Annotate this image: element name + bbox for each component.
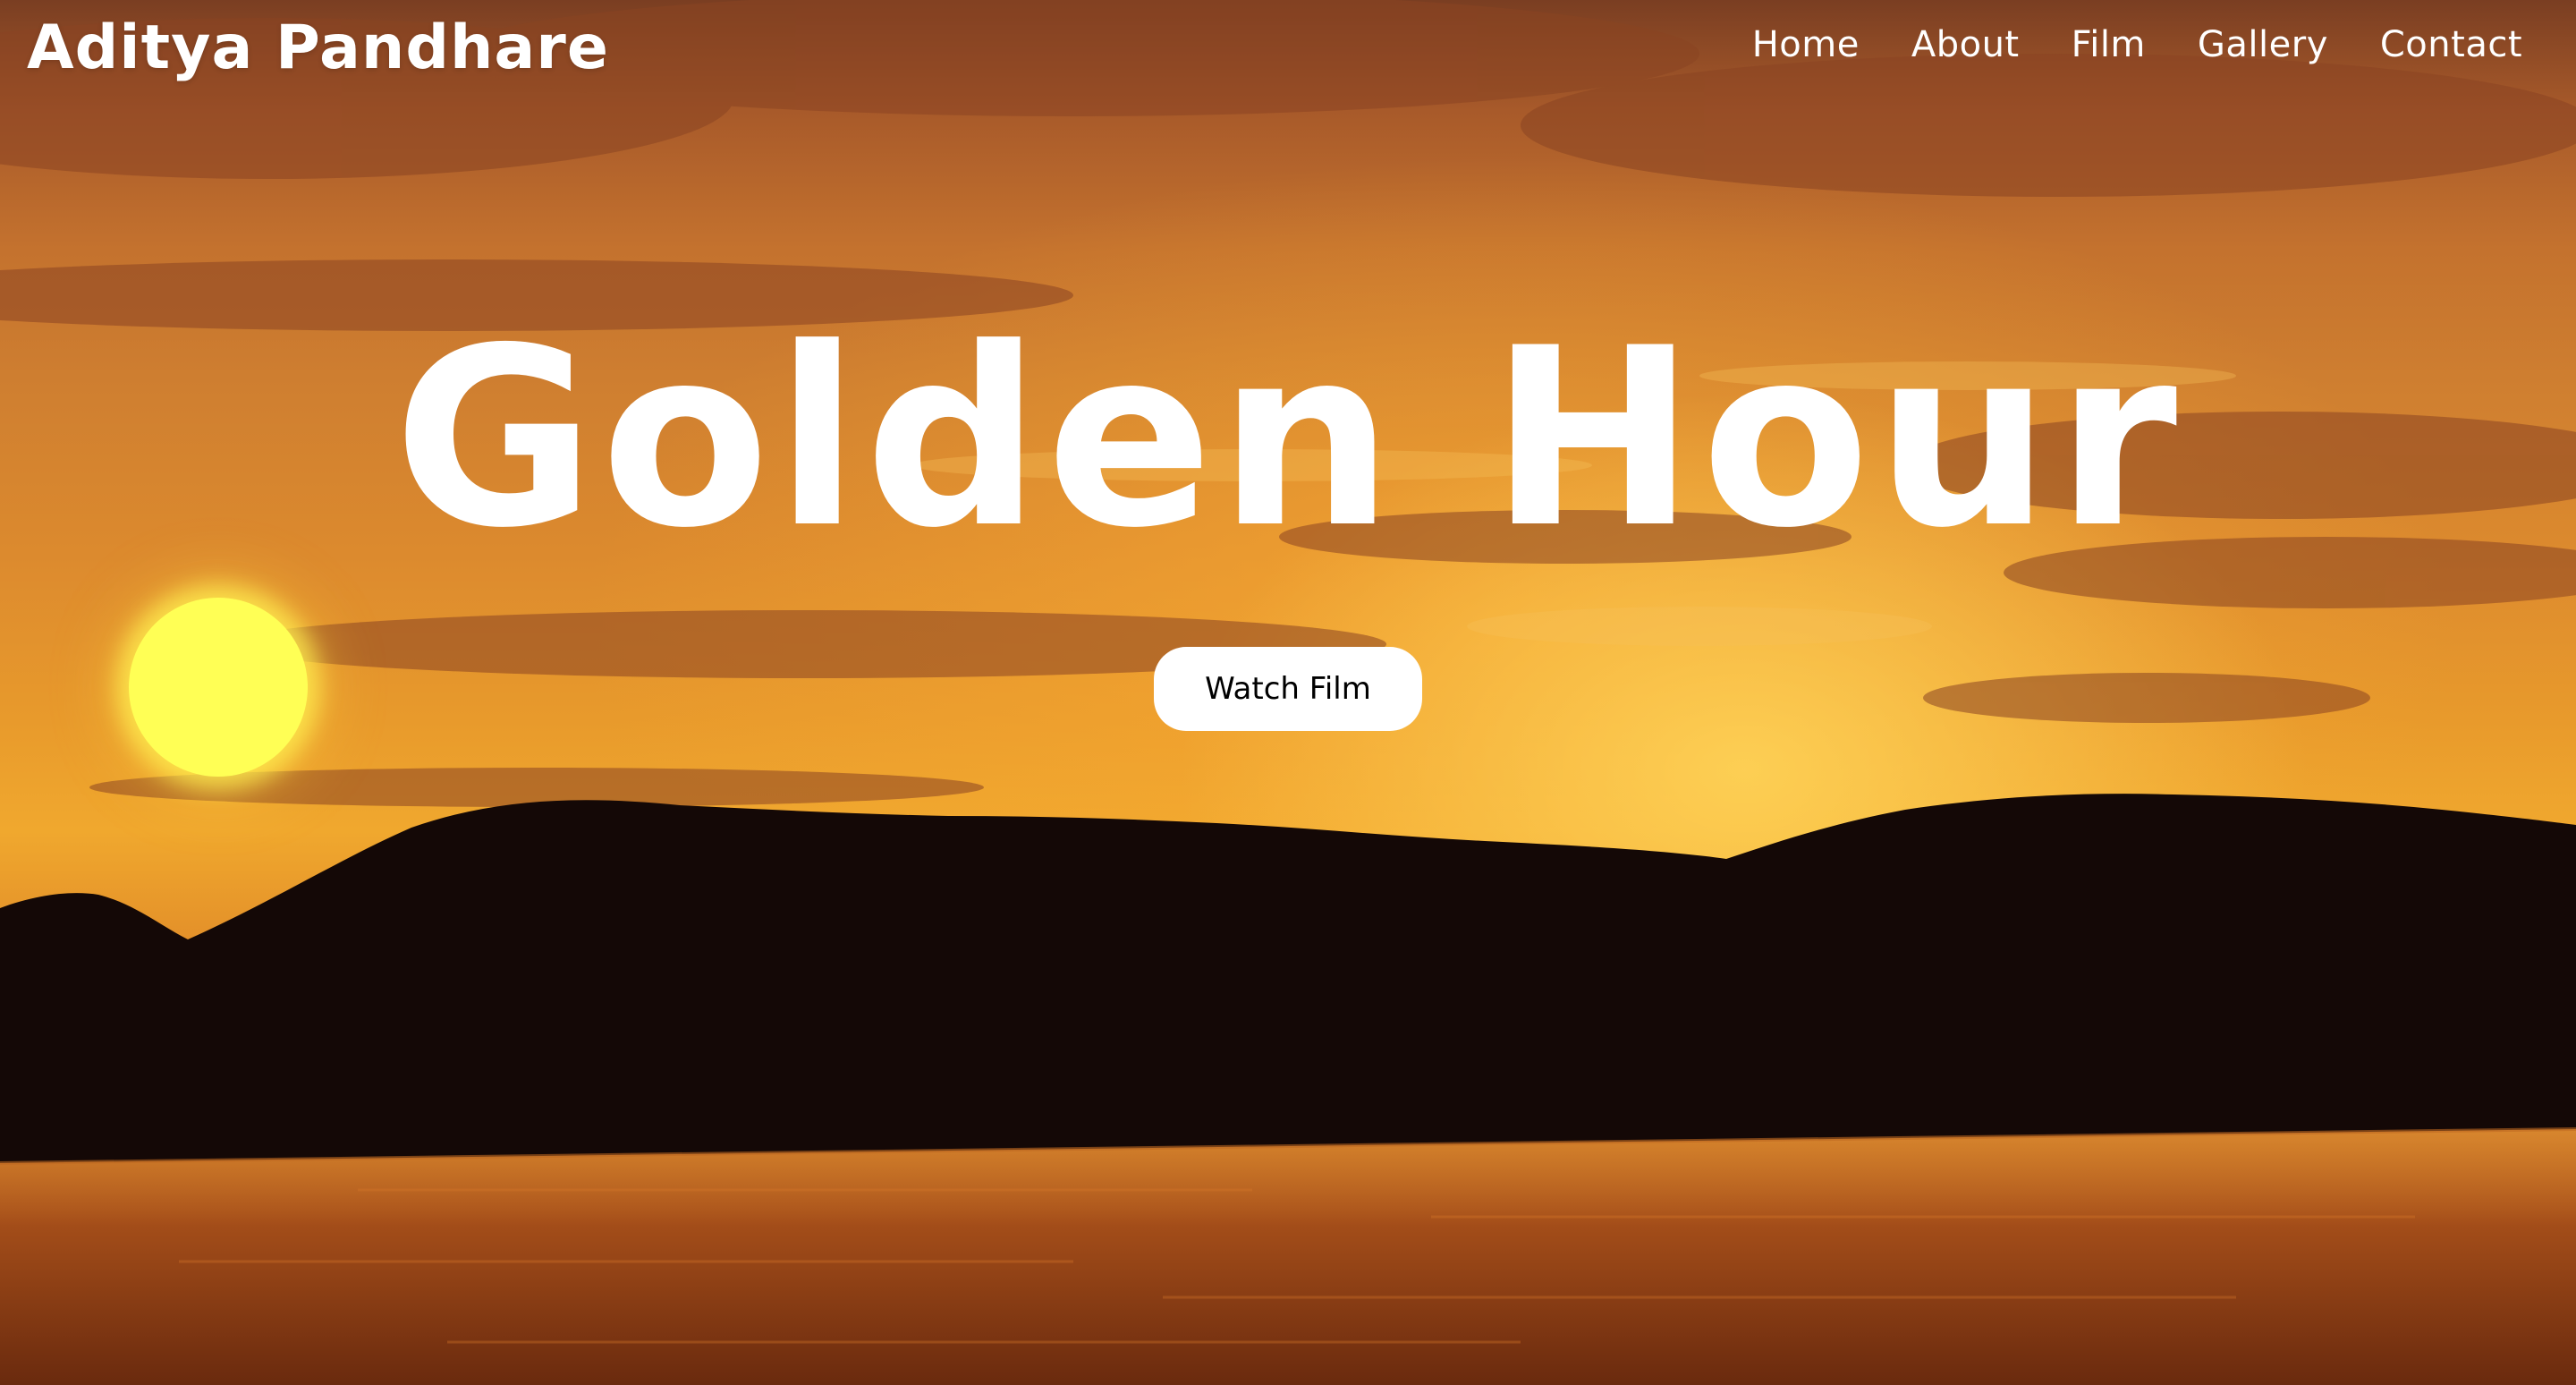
sun-icon — [129, 598, 308, 777]
landing-page: Aditya Pandhare Home About Film Gallery … — [0, 0, 2576, 1385]
nav-menu: Home About Film Gallery Contact — [1752, 20, 2522, 70]
nav-item-contact: Contact — [2380, 20, 2522, 70]
nav-item-home: Home — [1752, 20, 1860, 70]
nav-link-home[interactable]: Home — [1752, 24, 1860, 65]
nav-link-contact[interactable]: Contact — [2380, 24, 2522, 65]
nav-link-gallery[interactable]: Gallery — [2198, 24, 2328, 65]
watch-film-button[interactable]: Watch Film — [1154, 647, 1422, 731]
nav-item-film: Film — [2072, 20, 2146, 70]
hero-title: Golden Hour — [393, 295, 2183, 582]
nav-item-gallery: Gallery — [2198, 20, 2328, 70]
mountains — [0, 794, 2576, 1163]
nav-link-film[interactable]: Film — [2072, 24, 2146, 65]
nav-link-about[interactable]: About — [1911, 24, 2020, 65]
nav-item-about: About — [1911, 20, 2020, 70]
brand-logo[interactable]: Aditya Pandhare — [27, 13, 609, 84]
navbar: Aditya Pandhare Home About Film Gallery … — [0, 0, 2576, 98]
